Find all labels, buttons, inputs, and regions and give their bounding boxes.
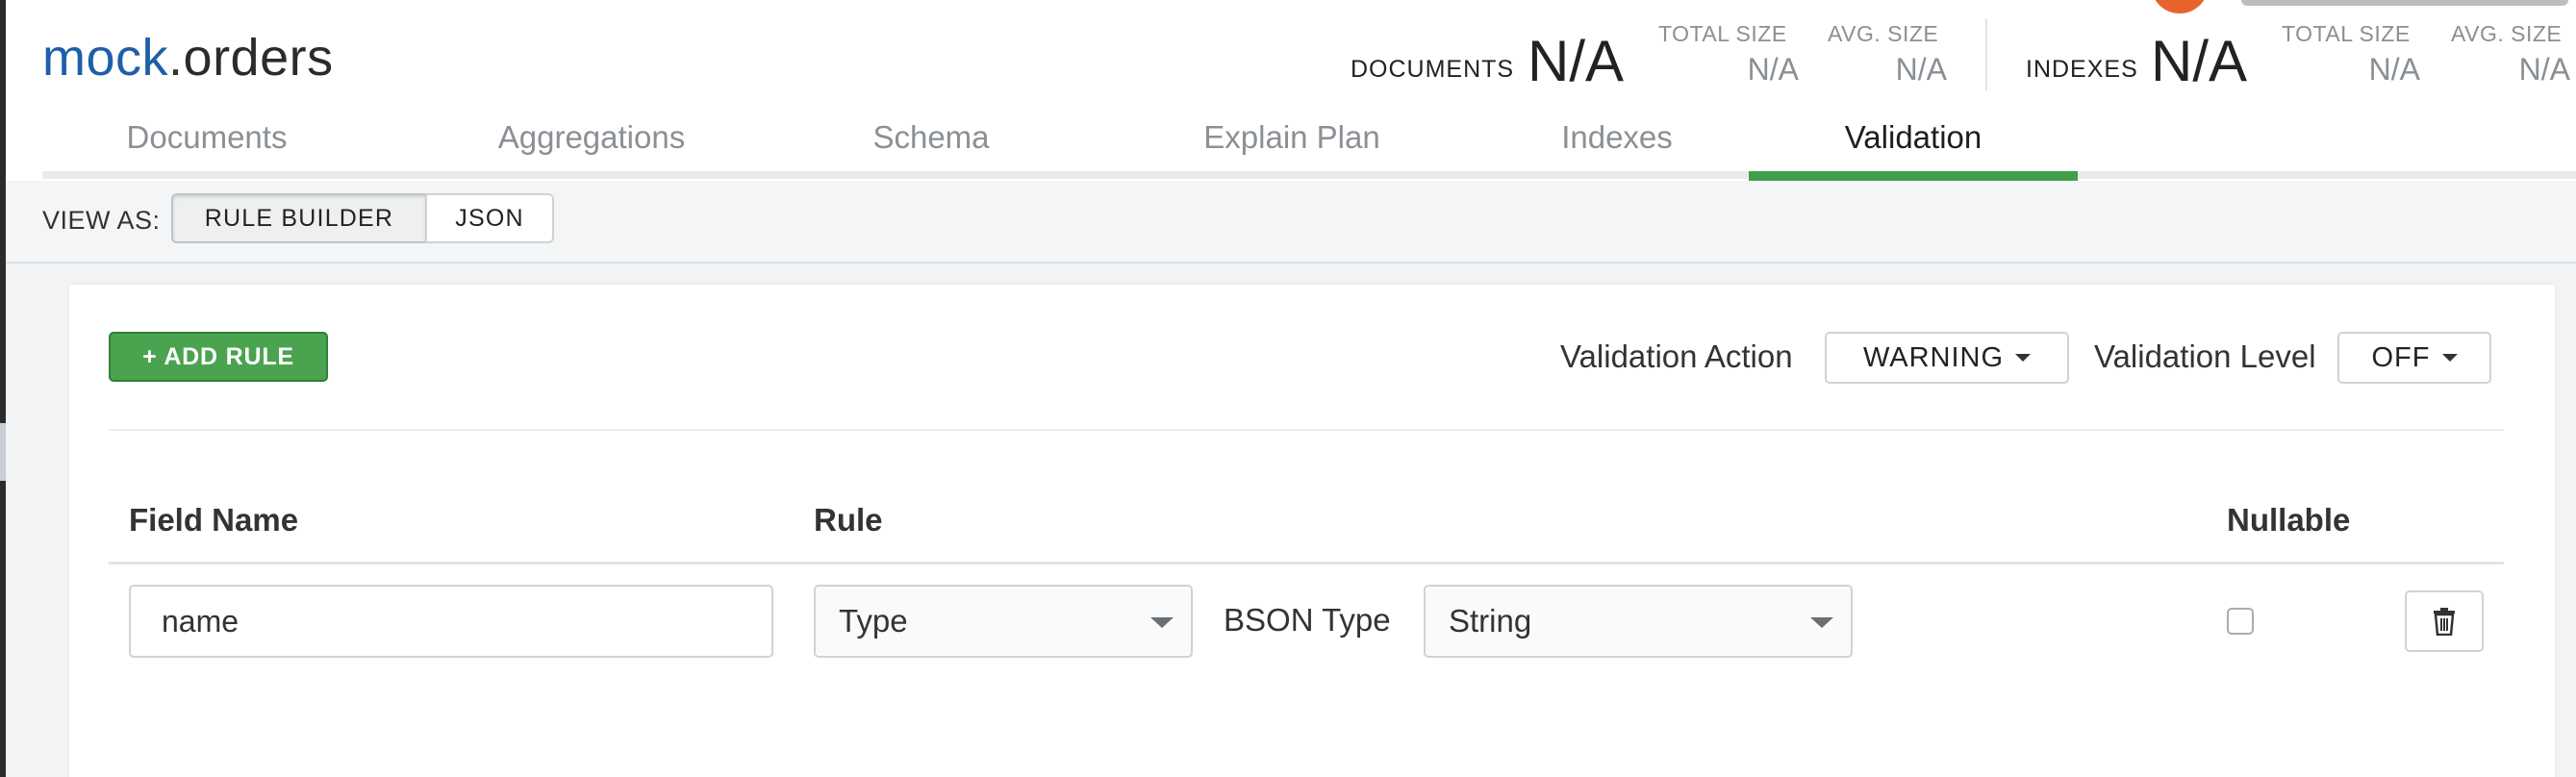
validation-level-dropdown[interactable]: OFF [2337,332,2491,384]
add-rule-button[interactable]: + ADD RULE [109,332,328,382]
caret-down-icon [1810,617,1833,628]
indexes-total-size-value: N/A [2368,52,2420,87]
column-header-field-name: Field Name [129,502,299,538]
tab-aggregations[interactable]: Aggregations [386,106,797,181]
app-logo-icon [2151,0,2209,13]
delete-rule-button[interactable] [2405,590,2484,652]
validation-action-label: Validation Action [1560,338,1793,374]
tab-validation[interactable]: Validation [1749,106,2078,181]
documents-avg-size-value: N/A [1895,52,1947,87]
bson-type-label: BSON Type [1224,602,1391,638]
documents-label: DOCUMENTS [1351,56,1515,83]
bson-type-value: String [1449,603,1532,639]
indexes-avg-size-value: N/A [2518,52,2570,87]
caret-down-icon [2441,354,2458,362]
tab-schema[interactable]: Schema [797,106,1065,181]
active-tab-indicator [1749,171,2078,181]
rule-type-select[interactable]: Type [814,585,1193,658]
documents-total-size-value: N/A [1747,52,1799,87]
bson-type-select[interactable]: String [1424,585,1853,658]
caret-down-icon [2015,354,2032,362]
documents-avg-size-label: AVG. SIZE [1828,21,1939,46]
app-logo-wordmark [2241,0,2568,6]
field-name-input[interactable] [129,585,773,658]
collection-tabs: Documents Aggregations Schema Explain Pl… [42,106,2576,181]
tab-explain-plan[interactable]: Explain Plan [1099,106,1485,181]
view-as-label: VIEW AS: [42,206,161,235]
stats-divider [1985,19,1987,90]
validation-action-value: WARNING [1862,341,2005,373]
trash-icon [2434,608,2455,636]
database-name[interactable]: mock [42,29,168,87]
indexes-avg-size-label: AVG. SIZE [2451,21,2563,46]
toolbar-divider [109,429,2504,431]
column-header-nullable: Nullable [2227,502,2351,538]
documents-total-size-label: TOTAL SIZE [1658,21,1787,46]
tab-documents[interactable]: Documents [42,106,371,181]
validation-level-label: Validation Level [2094,338,2316,374]
tab-indexes[interactable]: Indexes [1485,106,1749,181]
caret-down-icon [1150,617,1174,628]
validation-level-value: OFF [2371,341,2431,373]
indexes-label: INDEXES [2026,56,2138,83]
rule-builder-toggle[interactable]: RULE BUILDER [171,193,427,243]
json-toggle[interactable]: JSON [425,193,554,243]
rule-type-value: Type [839,603,908,639]
collection-name: orders [183,29,334,87]
column-header-rule: Rule [814,502,883,538]
namespace-separator: . [168,29,184,87]
validation-screen: mock.orders DOCUMENTS N/A TOTAL SIZE N/A… [0,0,2576,777]
validation-action-dropdown[interactable]: WARNING [1825,332,2069,384]
documents-count: N/A [1528,29,1625,93]
indexes-count: N/A [2151,29,2248,93]
indexes-total-size-label: TOTAL SIZE [2282,21,2411,46]
namespace-title: mock.orders [42,27,334,88]
table-header-divider [109,562,2504,564]
nullable-checkbox[interactable] [2227,608,2254,635]
